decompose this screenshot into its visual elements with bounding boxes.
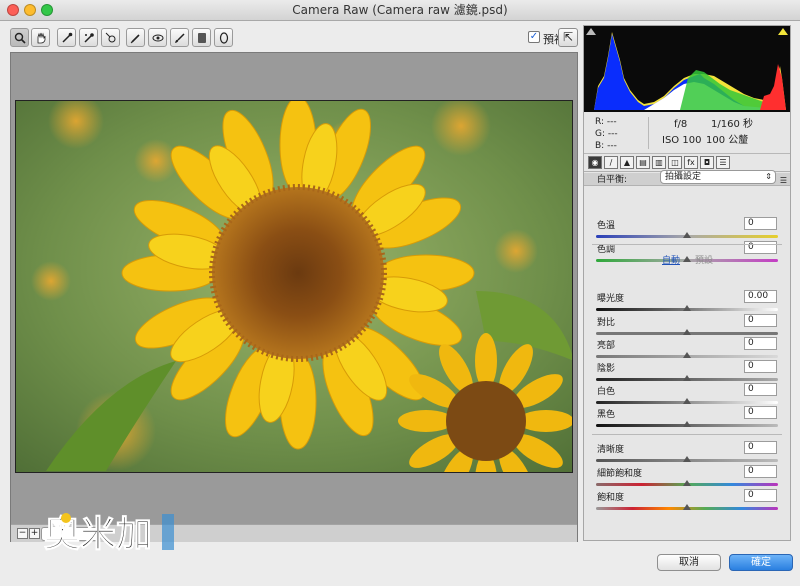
fullscreen-toggle-icon[interactable]: ⇱ <box>558 28 578 47</box>
slider-value-field[interactable]: 0 <box>744 217 777 230</box>
tone-curve-tab-icon[interactable]: ∕ <box>604 156 618 169</box>
slider-label: 陰影 <box>597 364 616 374</box>
slider-thumb-icon[interactable] <box>683 398 691 404</box>
adjustment-panel: R: --- G: --- B: --- f/8 1/160 秒 ISO 100… <box>583 25 791 541</box>
zoom-out-button[interactable]: − <box>17 528 28 539</box>
highlight-clipping-icon[interactable] <box>778 28 788 35</box>
sunflower-photo[interactable] <box>15 100 573 473</box>
zoom-tool-icon[interactable] <box>10 28 29 47</box>
section-divider <box>592 244 782 245</box>
color-sampler-tool-icon[interactable] <box>79 28 98 47</box>
section-divider <box>592 434 782 435</box>
slider-label: 曝光度 <box>597 294 625 304</box>
readout-panel: R: --- G: --- B: --- f/8 1/160 秒 ISO 100… <box>584 112 790 154</box>
auto-tone-link[interactable]: 自動 <box>662 253 680 266</box>
slider-track[interactable] <box>596 305 778 311</box>
camera-calibration-tab-icon[interactable]: ◘ <box>700 156 714 169</box>
cancel-button[interactable]: 取消 <box>657 554 721 571</box>
hand-tool-icon[interactable] <box>31 28 50 47</box>
slider-thumb-icon[interactable] <box>683 232 691 238</box>
b-readout: B: --- <box>595 141 617 151</box>
targeted-adjustment-tool-icon[interactable] <box>101 28 120 47</box>
slider-thumb-icon[interactable] <box>683 480 691 486</box>
minimize-window-icon[interactable] <box>24 4 36 16</box>
aperture-value: f/8 <box>674 119 688 130</box>
slider-label: 白色 <box>597 387 616 397</box>
slider-value-field[interactable]: 0 <box>744 441 777 454</box>
slider-track[interactable] <box>596 232 778 238</box>
slider-track[interactable] <box>596 375 778 381</box>
slider-track[interactable] <box>596 398 778 404</box>
slider-thumb-icon[interactable] <box>683 456 691 462</box>
shadow-clipping-icon[interactable] <box>586 28 596 35</box>
slider-value-field[interactable]: 0 <box>744 489 777 502</box>
tool-bar: ✓ 預視 ⇱ <box>10 28 578 50</box>
camera-raw-window: Camera Raw (Camera raw 濾鏡.psd) ✓ 預視 ⇱ − … <box>0 0 800 586</box>
image-preview-area: − + <box>10 52 578 542</box>
slider-value-field[interactable]: 0 <box>744 241 777 254</box>
slider-track[interactable] <box>596 352 778 358</box>
lens-corrections-tab-icon[interactable]: ◫ <box>668 156 682 169</box>
slider-track[interactable] <box>596 480 778 486</box>
g-readout: G: --- <box>595 129 618 139</box>
slider-track[interactable] <box>596 504 778 510</box>
chevron-updown-icon: ⇕ <box>765 172 772 181</box>
slider-label: 細節飽和度 <box>597 469 643 479</box>
graduated-filter-tool-icon[interactable] <box>192 28 211 47</box>
slider-label: 飽和度 <box>597 493 625 503</box>
slider-thumb-icon[interactable] <box>683 375 691 381</box>
watermark-text: 奧米加 <box>44 514 152 555</box>
slider-track[interactable] <box>596 421 778 427</box>
close-window-icon[interactable] <box>7 4 19 16</box>
slider-track[interactable] <box>596 456 778 462</box>
radial-filter-tool-icon[interactable] <box>214 28 233 47</box>
ok-button[interactable]: 確定 <box>729 554 793 571</box>
slider-track[interactable] <box>596 256 778 262</box>
white-balance-tool-icon[interactable] <box>57 28 76 47</box>
title-bar: Camera Raw (Camera raw 濾鏡.psd) <box>0 0 800 21</box>
iso-value: ISO 100 <box>662 135 702 146</box>
shutter-value: 1/160 秒 <box>711 119 753 130</box>
default-tone-link[interactable]: 預設 <box>695 253 713 266</box>
slider-label: 亮部 <box>597 341 616 351</box>
zoom-in-button[interactable]: + <box>29 528 40 539</box>
detail-tab-icon[interactable]: ▲ <box>620 156 634 169</box>
slider-thumb-icon[interactable] <box>683 305 691 311</box>
slider-thumb-icon[interactable] <box>683 504 691 510</box>
panel-menu-icon[interactable]: ☰ <box>780 174 787 187</box>
basic-tab-icon[interactable]: ◉ <box>588 156 602 169</box>
hsl-tab-icon[interactable]: ▤ <box>636 156 650 169</box>
focal-value: 100 公釐 <box>706 135 749 146</box>
slider-value-field[interactable]: 0 <box>744 465 777 478</box>
window-title: Camera Raw (Camera raw 濾鏡.psd) <box>292 3 508 17</box>
slider-thumb-icon[interactable] <box>683 421 691 427</box>
effects-tab-icon[interactable]: fx <box>684 156 698 169</box>
slider-value-field[interactable]: 0 <box>744 314 777 327</box>
slider-label: 對比 <box>597 318 616 328</box>
slider-thumb-icon[interactable] <box>683 352 691 358</box>
slider-thumb-icon[interactable] <box>683 329 691 335</box>
white-balance-select[interactable]: 拍攝設定 ⇕ <box>660 170 776 184</box>
preview-checkbox[interactable]: ✓ <box>528 31 540 43</box>
slider-value-field[interactable]: 0 <box>744 406 777 419</box>
zoom-window-icon[interactable] <box>41 4 53 16</box>
split-toning-tab-icon[interactable]: ▥ <box>652 156 666 169</box>
slider-thumb-icon[interactable] <box>683 256 691 262</box>
spot-removal-tool-icon[interactable] <box>126 28 145 47</box>
r-readout: R: --- <box>595 117 617 127</box>
slider-value-field[interactable]: 0 <box>744 360 777 373</box>
presets-tab-icon[interactable]: ☰ <box>716 156 730 169</box>
adjustment-brush-tool-icon[interactable] <box>170 28 189 47</box>
white-balance-label: 白平衡: <box>597 175 628 185</box>
slider-value-field[interactable]: 0.00 <box>744 290 777 303</box>
slider-label: 黑色 <box>597 410 616 420</box>
red-eye-tool-icon[interactable] <box>148 28 167 47</box>
watermark-logo: 奧米加 <box>44 508 194 558</box>
histogram <box>584 26 790 112</box>
slider-track[interactable] <box>596 329 778 335</box>
slider-value-field[interactable]: 0 <box>744 337 777 350</box>
slider-value-field[interactable]: 0 <box>744 383 777 396</box>
slider-label: 色溫 <box>597 221 616 231</box>
slider-label: 清晰度 <box>597 445 625 455</box>
